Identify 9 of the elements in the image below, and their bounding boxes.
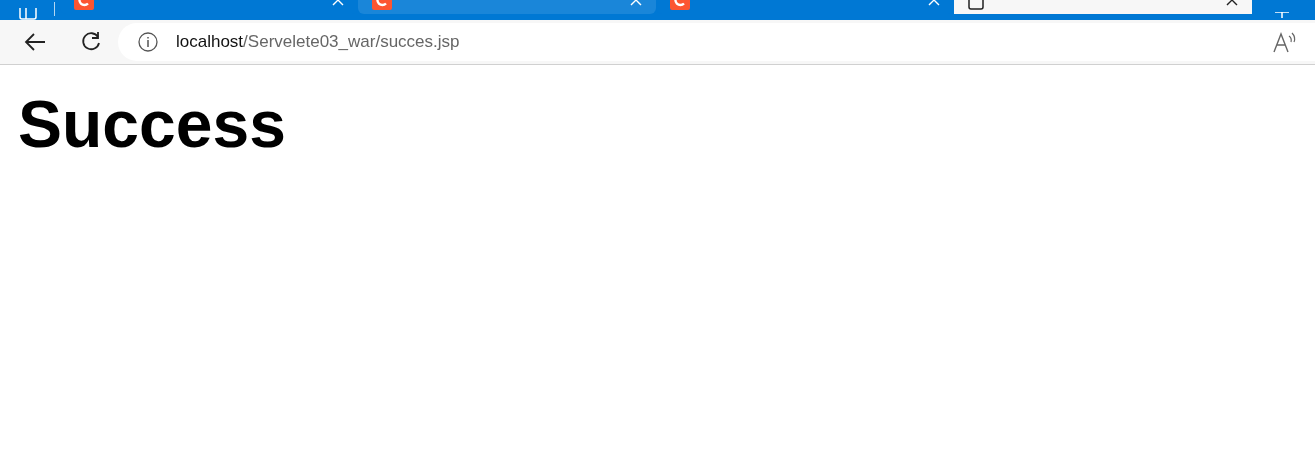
info-icon bbox=[138, 32, 158, 52]
back-arrow-icon bbox=[24, 33, 46, 51]
refresh-icon bbox=[80, 31, 102, 53]
url-text: localhost/Servelete03_war/succes.jsp bbox=[176, 32, 460, 52]
tab-actions-icon[interactable] bbox=[18, 8, 38, 20]
page-heading: Success bbox=[18, 87, 286, 163]
plus-icon bbox=[1275, 12, 1289, 20]
address-bar[interactable]: localhost/Servelete03_war/succes.jsp bbox=[118, 23, 1315, 61]
read-aloud-icon[interactable] bbox=[1273, 31, 1297, 53]
